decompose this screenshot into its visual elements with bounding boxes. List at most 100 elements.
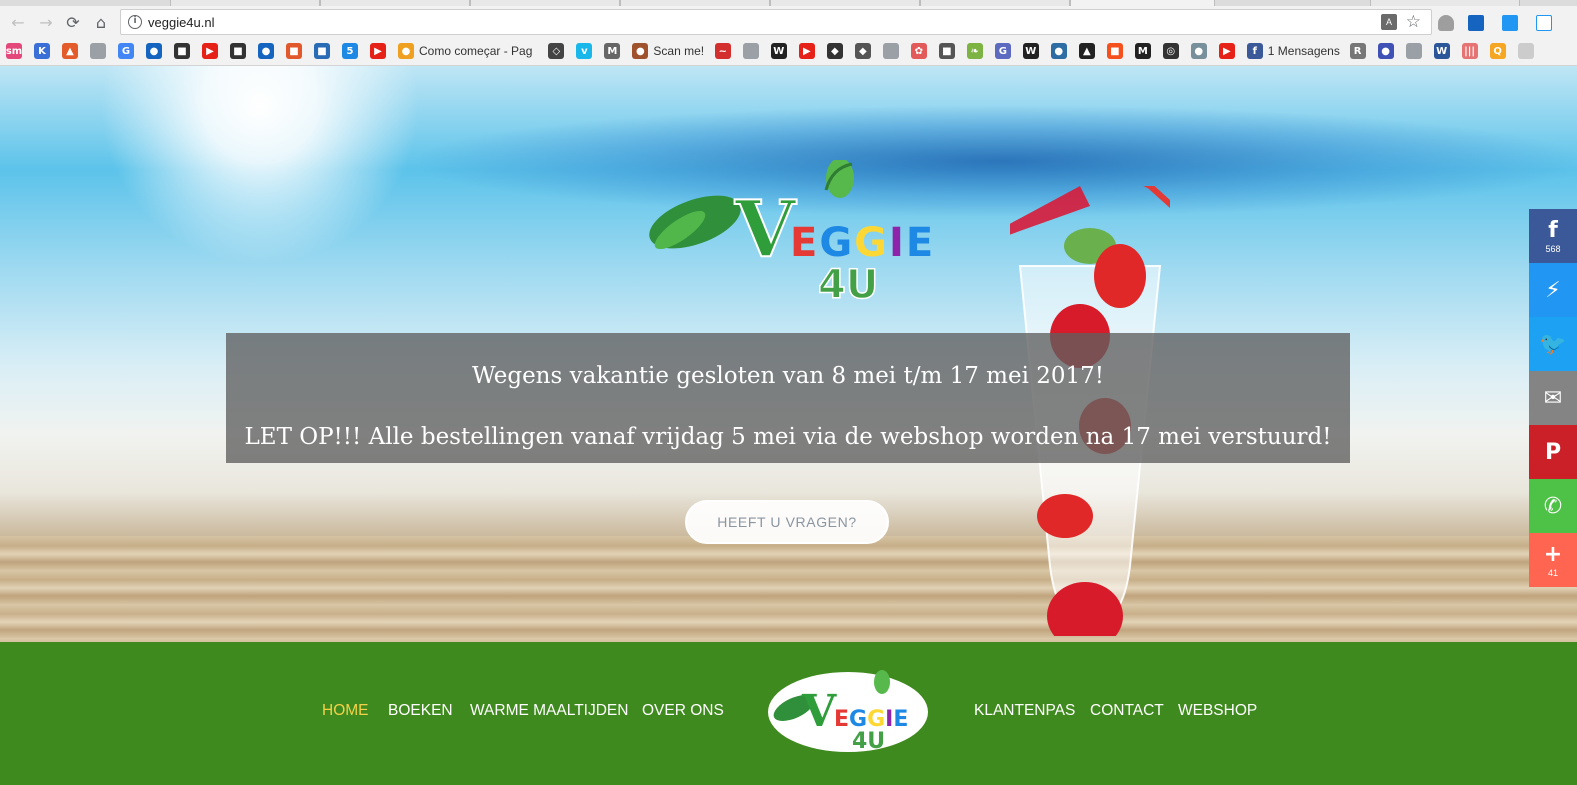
bookmark-favicon-icon: ■ (314, 43, 330, 59)
bookmark-item[interactable]: ▶ (798, 43, 815, 59)
bookmark-item[interactable]: M (604, 43, 621, 59)
translate-icon[interactable]: A (1381, 14, 1397, 30)
cast-extension-icon[interactable] (1502, 15, 1518, 31)
bookmark-item[interactable] (882, 43, 899, 59)
bookmark-label: 1 Mensagens (1267, 44, 1340, 58)
bookmark-item[interactable]: ◆ (826, 43, 843, 59)
bookmark-item[interactable]: ||| (1461, 43, 1478, 59)
share-pinterest-button[interactable]: P (1529, 425, 1577, 479)
bookmark-item[interactable]: W (1022, 43, 1039, 59)
bookmark-item[interactable] (1405, 43, 1422, 59)
bookmark-item[interactable] (90, 43, 106, 59)
bookmark-item[interactable]: ▶ (1218, 43, 1235, 59)
bookmark-favicon-icon: ✿ (910, 43, 927, 59)
bookmark-item[interactable]: ■ (938, 43, 955, 59)
bookmark-item[interactable]: K (34, 43, 50, 59)
bookmark-favicon-icon: W (1433, 43, 1450, 59)
bookmark-item[interactable]: ■ (286, 43, 302, 59)
nav-warme-maaltijden[interactable]: WARME MAALTIJDEN (470, 702, 628, 720)
bookmark-item[interactable]: ■ (314, 43, 330, 59)
nav-logo[interactable]: V EGGIE 4U (764, 668, 932, 754)
bookmark-item[interactable]: ■ (174, 43, 190, 59)
bookmark-item[interactable] (742, 43, 759, 59)
bookmark-favicon-icon: ◇ (548, 43, 565, 59)
bookmark-item[interactable]: ◎ (1162, 43, 1179, 59)
bookmark-item[interactable]: sm (6, 43, 22, 59)
svg-text:4U: 4U (852, 729, 885, 754)
address-bar[interactable]: i veggie4u.nl A ☆ (120, 9, 1432, 35)
share-email-button[interactable]: ✉ (1529, 371, 1577, 425)
site-info-icon[interactable]: i (128, 15, 142, 29)
bookmark-item[interactable]: 5 (342, 43, 358, 59)
bookmark-item[interactable]: G (994, 43, 1011, 59)
bookmark-item[interactable]: ◇ (548, 43, 565, 59)
bookmark-favicon-icon: ❧ (966, 43, 983, 59)
bookmark-favicon-icon: ● (258, 43, 274, 59)
bookmark-item[interactable]: ● (258, 43, 274, 59)
sky-decoration (420, 106, 1577, 216)
shield-extension-icon[interactable] (1438, 15, 1454, 31)
bookmark-item[interactable]: G (118, 43, 134, 59)
nav-klantenpas[interactable]: KLANTENPAS (974, 702, 1075, 720)
bookmark-favicon-icon: ■ (938, 43, 955, 59)
home-icon[interactable]: ⌂ (91, 12, 111, 32)
nav-over-ons[interactable]: OVER ONS (642, 702, 724, 720)
bookmark-favicon-icon: M (604, 43, 621, 59)
bookmark-item[interactable]: ◆ (854, 43, 871, 59)
extension-icon[interactable] (1536, 15, 1552, 31)
nav-contact[interactable]: CONTACT (1090, 702, 1164, 720)
bookmark-item[interactable]: f 1 Mensagens (1246, 43, 1340, 59)
share-twitter-button[interactable]: 🐦 (1529, 317, 1577, 371)
bookmark-item[interactable]: ▶ (370, 43, 386, 59)
bookmark-item[interactable]: ■ (1106, 43, 1123, 59)
bookmark-item[interactable]: ▲ (62, 43, 78, 59)
nav-webshop[interactable]: WEBSHOP (1178, 702, 1257, 720)
share-count: 41 (1547, 568, 1558, 578)
bookmark-favicon-icon (90, 43, 106, 59)
share-facebook-button[interactable]: f 568 (1529, 209, 1577, 263)
bookmark-star-icon[interactable]: ☆ (1406, 12, 1421, 32)
bookmark-favicon-icon: ◆ (854, 43, 871, 59)
bookmark-item[interactable]: ■ (230, 43, 246, 59)
bookmark-favicon-icon (882, 43, 899, 59)
bookmark-item[interactable]: ● Scan me! (632, 43, 704, 59)
share-more-button[interactable]: +41 (1529, 533, 1577, 587)
bookmark-item[interactable]: W (770, 43, 787, 59)
bookmark-item[interactable]: ● (1050, 43, 1067, 59)
bookmark-item[interactable]: W (1433, 43, 1450, 59)
bookmark-item[interactable]: ● (1190, 43, 1207, 59)
sun-rays-decoration (100, 66, 420, 266)
bookmark-favicon-icon (742, 43, 759, 59)
bookmark-item[interactable]: ~ (714, 43, 731, 59)
bookmark-item[interactable]: v (576, 43, 593, 59)
bookmark-item[interactable]: ● Como começar - Pag (398, 43, 532, 59)
bookmark-favicon-icon: ● (1190, 43, 1207, 59)
bookmark-item[interactable] (1517, 43, 1534, 59)
share-messenger-button[interactable]: ⚡ (1529, 263, 1577, 317)
bookmark-favicon-icon: 5 (342, 43, 358, 59)
bookmark-item[interactable]: M (1134, 43, 1151, 59)
bookmark-favicon-icon: W (1022, 43, 1039, 59)
bookmark-favicon-icon (1405, 43, 1422, 59)
bookmark-favicon-icon: W (770, 43, 787, 59)
bookmark-favicon-icon: ~ (714, 43, 731, 59)
veggie4u-logo: V EGGIE 4U (649, 160, 933, 309)
nav-home[interactable]: HOME (322, 702, 369, 720)
bookmark-item[interactable]: ▶ (202, 43, 218, 59)
bookmark-item[interactable]: ▲ (1078, 43, 1095, 59)
bookmark-item[interactable]: ● (146, 43, 162, 59)
bookmark-item[interactable]: ● (1377, 43, 1394, 59)
back-icon[interactable]: ← (8, 12, 28, 32)
url-text[interactable]: veggie4u.nl (148, 15, 215, 30)
share-whatsapp-button[interactable]: ✆ (1529, 479, 1577, 533)
extension-li-icon[interactable] (1468, 15, 1484, 31)
bookmark-item[interactable]: R (1349, 43, 1366, 59)
reload-icon[interactable]: ⟳ (63, 12, 83, 32)
nav-boeken[interactable]: BOEKEN (388, 702, 453, 720)
bookmark-item[interactable]: ❧ (966, 43, 983, 59)
facebook-icon: f (1548, 218, 1558, 243)
forward-icon[interactable]: → (36, 12, 56, 32)
questions-button[interactable]: HEEFT U VRAGEN? (685, 500, 889, 544)
bookmark-item[interactable]: ✿ (910, 43, 927, 59)
bookmark-item[interactable]: Q (1489, 43, 1506, 59)
